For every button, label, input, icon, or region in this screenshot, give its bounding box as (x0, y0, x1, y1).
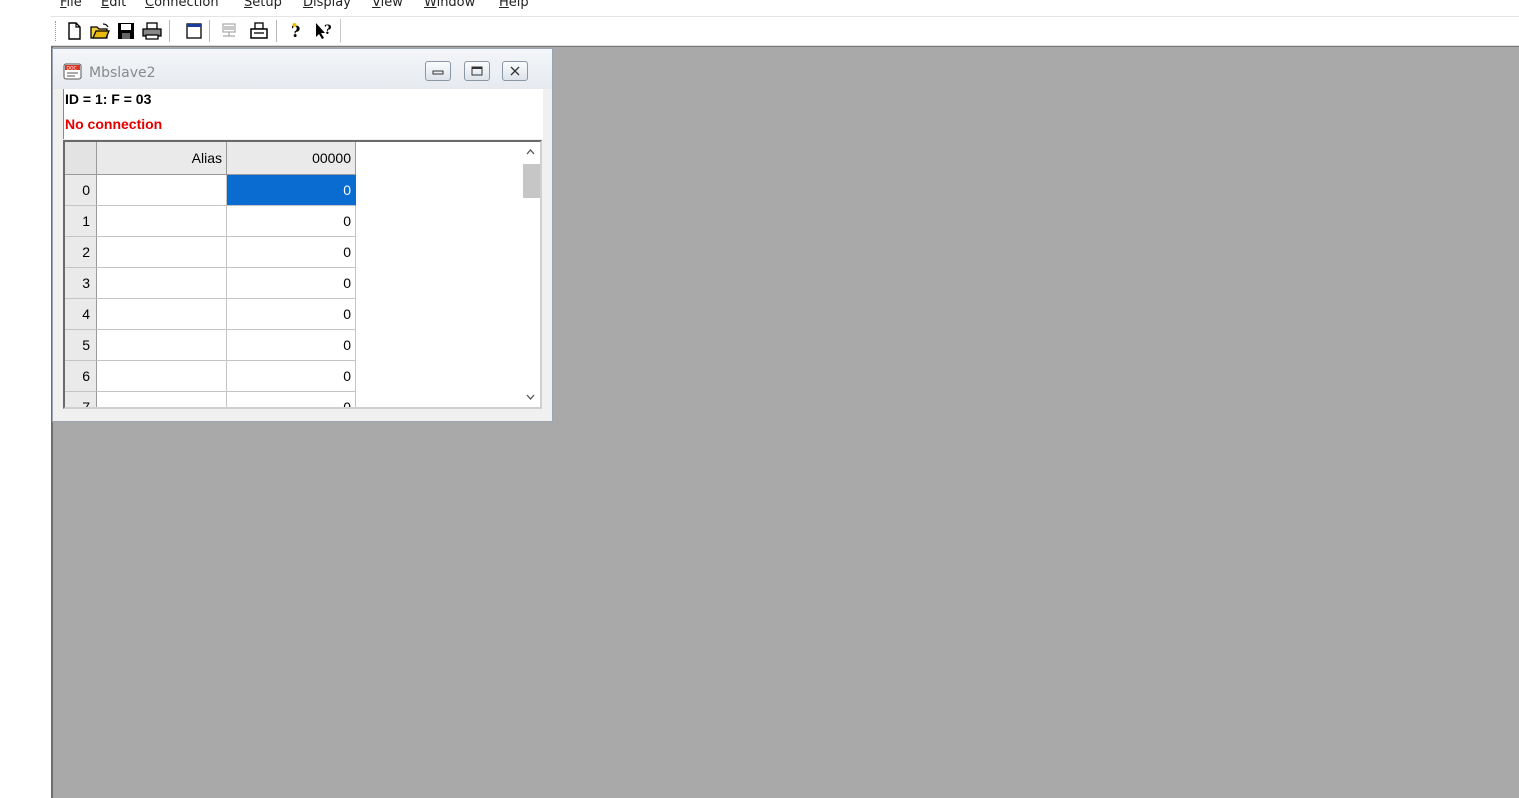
menu-file[interactable]: File (60, 0, 82, 11)
svg-text:DOC: DOC (67, 65, 77, 71)
row-header[interactable]: 5 (65, 330, 97, 361)
context-help-icon[interactable]: ? (313, 21, 335, 41)
grid-corner-cell (65, 142, 97, 175)
value-cell[interactable]: 0 (227, 206, 356, 237)
alias-cell[interactable] (97, 206, 227, 237)
toolbar-separator (169, 20, 171, 42)
row-header[interactable]: 2 (65, 237, 97, 268)
value-cell[interactable]: 0 (227, 361, 356, 392)
document-window: DOC Mbslave2 ID = 1: F = 03 No connectio… (52, 48, 553, 422)
disabled-communication-icon (218, 21, 240, 41)
row-header[interactable]: 4 (65, 299, 97, 330)
slave-id-function: ID = 1: F = 03 (65, 91, 152, 107)
alias-cell[interactable] (97, 237, 227, 268)
value-cell[interactable]: 0 (227, 237, 356, 268)
row-header[interactable]: 7 (65, 392, 97, 407)
register-grid: Alias 00000 0 0 1 0 2 0 3 0 4 0 5 0 6 0 … (63, 140, 542, 409)
column-header-address[interactable]: 00000 (227, 142, 356, 175)
info-panel: ID = 1: F = 03 No connection (63, 89, 543, 139)
save-icon[interactable] (115, 21, 137, 41)
alias-cell[interactable] (97, 330, 227, 361)
menu-setup[interactable]: Setup (244, 0, 282, 11)
alias-cell[interactable] (97, 361, 227, 392)
row-header[interactable]: 1 (65, 206, 97, 237)
menu-display[interactable]: Display (303, 0, 351, 11)
connection-status: No connection (65, 116, 163, 132)
alias-cell[interactable] (97, 175, 227, 206)
new-document-icon[interactable] (63, 21, 85, 41)
alias-cell[interactable] (97, 268, 227, 299)
print-icon[interactable] (141, 21, 163, 41)
document-icon: DOC (63, 63, 83, 84)
toolbar-grip[interactable] (55, 21, 58, 41)
toolbar-separator (209, 20, 211, 42)
open-folder-icon[interactable] (89, 21, 111, 41)
toolbar-separator (276, 20, 278, 42)
window-icon[interactable] (183, 21, 205, 41)
row-header[interactable]: 3 (65, 268, 97, 299)
value-cell[interactable]: 0 (227, 330, 356, 361)
value-cell[interactable]: 0 (227, 299, 356, 330)
alias-cell[interactable] (97, 299, 227, 330)
alias-cell[interactable] (97, 392, 227, 407)
close-button[interactable] (502, 61, 528, 81)
value-cell[interactable]: 0 (227, 268, 356, 299)
menu-window[interactable]: Window (424, 0, 475, 11)
menu-edit[interactable]: Edit (101, 0, 126, 11)
window-titlebar[interactable]: DOC Mbslave2 (53, 49, 552, 89)
value-cell-selected[interactable]: 0 (227, 175, 356, 206)
row-header[interactable]: 0 (65, 175, 97, 206)
restore-button[interactable] (464, 61, 490, 81)
column-header-alias[interactable]: Alias (97, 142, 227, 175)
menu-view[interactable]: View (372, 0, 403, 11)
menu-bar: File Edit Connection Setup Display View … (50, 0, 1519, 11)
minimize-button[interactable] (425, 61, 451, 81)
window-title: Mbslave2 (89, 65, 156, 81)
svg-text:?: ? (324, 23, 332, 38)
scroll-up-arrow-icon[interactable] (521, 142, 540, 162)
printer-device-icon[interactable] (248, 21, 270, 41)
value-cell[interactable]: 0 (227, 392, 356, 407)
menu-help[interactable]: Help (499, 0, 529, 11)
scrollbar-thumb[interactable] (523, 164, 540, 198)
toolbar: ? ? (51, 16, 1519, 46)
menu-connection[interactable]: Connection (145, 0, 219, 11)
vertical-scrollbar[interactable] (521, 142, 540, 407)
scroll-down-arrow-icon[interactable] (521, 387, 540, 407)
toolbar-end-separator (340, 19, 341, 43)
help-icon[interactable]: ? (285, 21, 307, 41)
row-header[interactable]: 6 (65, 361, 97, 392)
